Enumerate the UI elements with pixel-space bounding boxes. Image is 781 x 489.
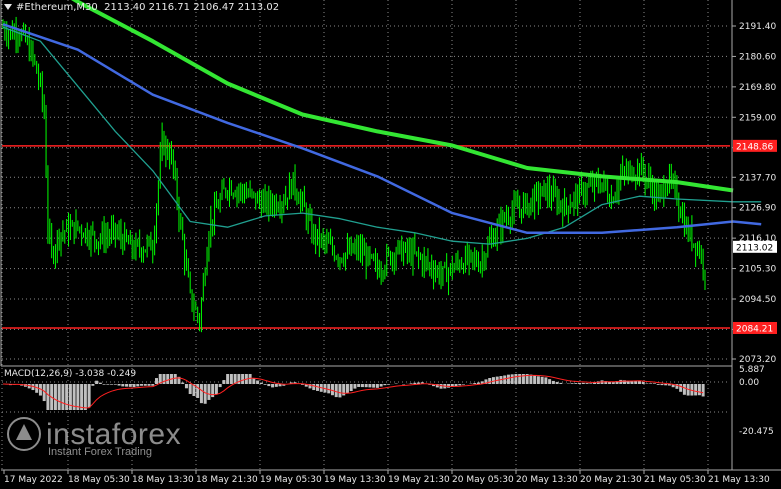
price-tick-label: 2169.80 xyxy=(739,83,776,93)
time-tick-label: 19 May 21:30 xyxy=(388,475,450,485)
time-tick-label: 21 May 05:30 xyxy=(644,475,706,485)
current-price-label: 2113.02 xyxy=(736,243,773,253)
time-tick-label: 21 May 13:30 xyxy=(708,475,770,485)
macd-tick-label: -20.475 xyxy=(739,427,774,437)
macd-label: MACD(12,26,9) -3.038 -0.249 xyxy=(4,369,137,379)
ohlc-values: 2113.40 2116.71 2106.47 2113.02 xyxy=(104,2,280,13)
time-tick-label: 20 May 05:30 xyxy=(452,475,514,485)
price-tick-label: 2126.90 xyxy=(739,204,776,214)
time-tick-label: 18 May 13:30 xyxy=(132,475,194,485)
symbol-label: #Ethereum,M30 xyxy=(16,2,98,13)
collapse-triangle-icon[interactable] xyxy=(4,4,12,10)
price-tick-label: 2191.40 xyxy=(739,22,776,32)
level-1-label: 2148.86 xyxy=(736,142,773,152)
price-tick-label: 2180.60 xyxy=(739,52,776,62)
macd-tick-label: 0.00 xyxy=(739,378,759,388)
instaforex-logo-icon xyxy=(7,417,41,451)
price-chart[interactable]: 2191.402180.602169.802159.002148.202137.… xyxy=(0,0,781,489)
time-tick-label: 18 May 21:30 xyxy=(196,475,258,485)
macd-tick-label: 5.887 xyxy=(739,365,765,375)
level-2-label: 2084.21 xyxy=(736,324,773,334)
time-tick-label: 20 May 21:30 xyxy=(580,475,642,485)
price-tick-label: 2073.20 xyxy=(739,355,776,365)
chart-header: #Ethereum,M30 2113.40 2116.71 2106.47 21… xyxy=(4,2,279,13)
time-tick-label: 19 May 05:30 xyxy=(260,475,322,485)
price-tick-label: 2105.30 xyxy=(739,265,776,275)
price-tick-label: 2094.50 xyxy=(739,295,776,305)
watermark-tagline: Instant Forex Trading xyxy=(48,446,152,458)
time-tick-label: 17 May 2022 xyxy=(4,475,63,485)
price-tick-label: 2159.00 xyxy=(739,113,776,123)
time-tick-label: 19 May 13:30 xyxy=(324,475,386,485)
time-tick-label: 18 May 05:30 xyxy=(68,475,130,485)
price-tick-label: 2137.70 xyxy=(739,173,776,183)
time-tick-label: 20 May 13:30 xyxy=(516,475,578,485)
